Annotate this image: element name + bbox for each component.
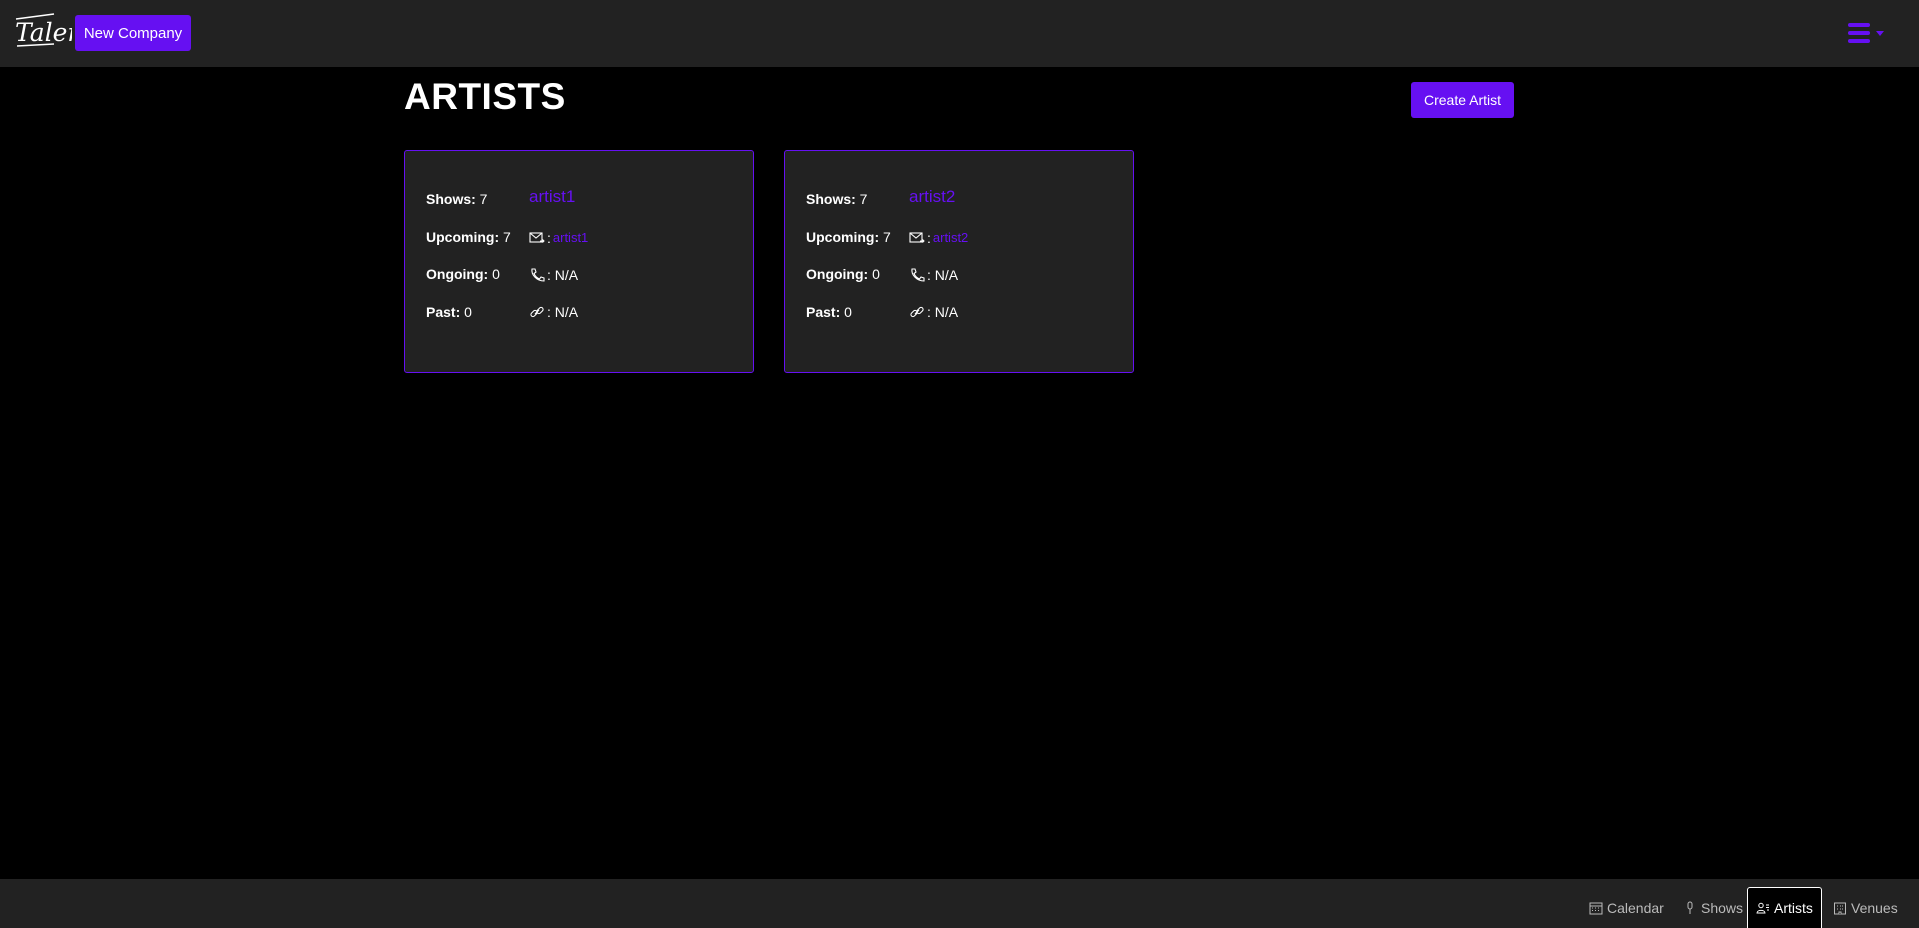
- stat-ongoing: Ongoing: 0: [806, 264, 891, 302]
- stat-upcoming: Upcoming: 7: [426, 227, 511, 265]
- phone-row: : N/A: [529, 256, 588, 293]
- stat-value: 7: [879, 228, 891, 245]
- stat-label: Ongoing:: [806, 266, 869, 282]
- stat-label: Upcoming:: [806, 228, 880, 245]
- calendar-icon: [1589, 902, 1603, 915]
- stat-label: Past:: [426, 303, 461, 320]
- email-colon: :: [547, 229, 551, 246]
- email-colon: :: [927, 229, 931, 246]
- stat-value: 0: [460, 303, 472, 320]
- email-row: : artist2: [909, 219, 968, 256]
- stat-past: Past: 0: [426, 302, 511, 340]
- link-icon: [530, 306, 544, 317]
- tab-label: Calendar: [1607, 900, 1664, 916]
- email-row: : artist1: [529, 219, 588, 256]
- hamburger-icon: [1848, 23, 1870, 43]
- email-link[interactable]: artist2: [933, 230, 968, 245]
- stat-value: 7: [499, 228, 511, 245]
- phone-icon: [911, 267, 925, 282]
- phone-value: : N/A: [547, 266, 579, 283]
- tab-venues[interactable]: Venues: [1833, 888, 1898, 928]
- top-navbar: Talent New Company: [0, 0, 1919, 67]
- email-link[interactable]: artist1: [553, 230, 588, 245]
- stat-label: Shows:: [426, 191, 476, 207]
- artist-name-link[interactable]: artist2: [909, 187, 968, 219]
- stat-value: 0: [488, 266, 500, 282]
- stat-value: 7: [475, 191, 488, 207]
- stat-label: Upcoming:: [426, 228, 500, 245]
- stat-label: Ongoing:: [426, 266, 489, 282]
- new-company-button[interactable]: New Company: [75, 15, 191, 51]
- caret-down-icon: [1876, 30, 1884, 36]
- stat-upcoming: Upcoming: 7: [806, 227, 891, 265]
- stat-ongoing: Ongoing: 0: [426, 264, 511, 302]
- stat-shows: Shows: 7: [426, 189, 511, 227]
- person-lines-icon: [1756, 902, 1769, 914]
- building-icon: [1834, 902, 1846, 915]
- link-value: : N/A: [927, 303, 959, 320]
- phone-icon: [531, 267, 545, 282]
- svg-text:Talent: Talent: [15, 18, 72, 47]
- link-row: : N/A: [529, 293, 588, 330]
- link-icon: [910, 306, 924, 317]
- tab-label: Artists: [1774, 900, 1813, 916]
- artist-card: Shows: 7 Upcoming: 7 Ongoing: 0 Past: 0 …: [404, 150, 754, 373]
- microphone-icon: [1687, 901, 1693, 914]
- phone-value: : N/A: [927, 266, 959, 283]
- link-value: : N/A: [547, 303, 579, 320]
- stat-shows: Shows: 7: [806, 189, 891, 227]
- tab-artists[interactable]: Artists: [1747, 887, 1822, 928]
- phone-row: : N/A: [909, 256, 968, 293]
- stat-past: Past: 0: [806, 302, 891, 340]
- artist-contact: artist1 : artist1 : N/A : N/A: [529, 187, 588, 330]
- tab-shows[interactable]: Shows: [1683, 888, 1743, 928]
- stat-label: Shows:: [806, 191, 856, 207]
- page-title: ARTISTS: [404, 76, 566, 117]
- tab-label: Venues: [1851, 900, 1898, 916]
- create-artist-button[interactable]: Create Artist: [1411, 82, 1514, 118]
- bottom-navbar: Calendar Shows Artists Venues: [0, 879, 1919, 928]
- stat-value: 0: [840, 303, 852, 320]
- envelope-icon: [909, 231, 925, 243]
- stat-value: 0: [868, 266, 880, 282]
- stat-value: 7: [855, 191, 868, 207]
- link-row: : N/A: [909, 293, 968, 330]
- artist-name-link[interactable]: artist1: [529, 187, 588, 219]
- artist-stats: Shows: 7 Upcoming: 7 Ongoing: 0 Past: 0: [806, 189, 891, 339]
- talent-logo[interactable]: Talent: [14, 13, 72, 51]
- menu-dropdown-toggle[interactable]: [1848, 20, 1890, 46]
- envelope-icon: [529, 231, 545, 243]
- tab-label: Shows: [1701, 900, 1744, 916]
- artist-contact: artist2 : artist2 : N/A : N/A: [909, 187, 968, 330]
- artist-card: Shows: 7 Upcoming: 7 Ongoing: 0 Past: 0 …: [784, 150, 1134, 373]
- artist-stats: Shows: 7 Upcoming: 7 Ongoing: 0 Past: 0: [426, 189, 511, 339]
- tab-calendar[interactable]: Calendar: [1589, 888, 1664, 928]
- stat-label: Past:: [806, 303, 841, 320]
